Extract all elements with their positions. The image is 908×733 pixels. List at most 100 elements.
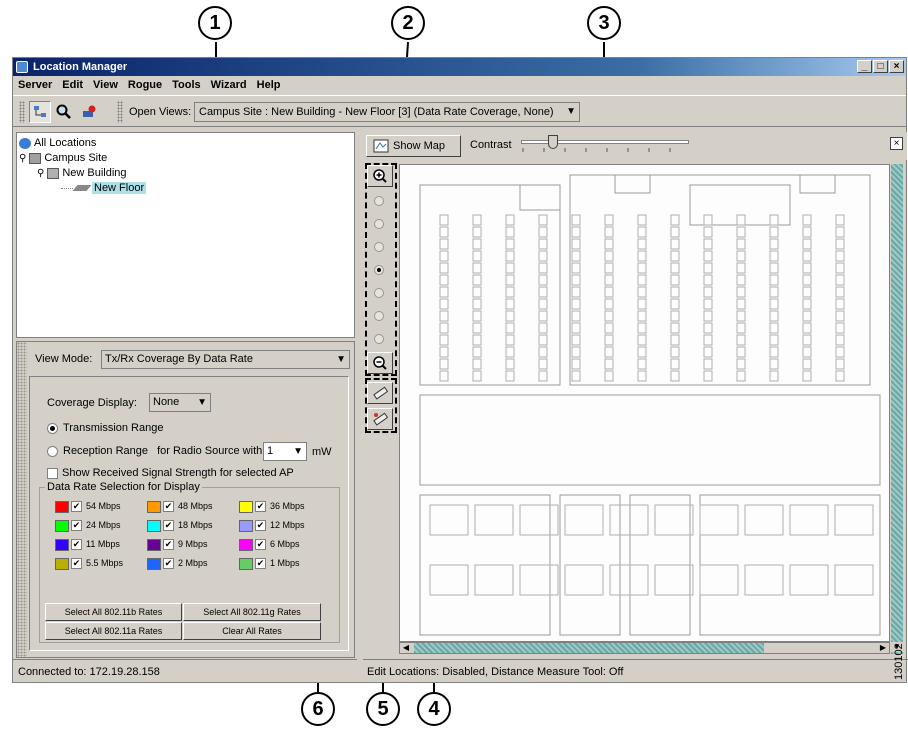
menu-rogue[interactable]: Rogue [123,76,167,94]
desk [835,274,845,286]
select-all-80211a-button[interactable]: Select All 802.11a Rates [45,622,182,640]
menu-edit[interactable]: Edit [57,76,88,94]
coverage-display-dropdown[interactable]: None ▼ [149,393,211,412]
select-all-80211b-button[interactable]: Select All 802.11b Rates [45,603,182,621]
map-header: Show Map Contrast × [364,132,907,160]
rate-option[interactable]: ✔ 24 Mbps [55,518,121,532]
scroll-thumb[interactable] [414,643,764,653]
desk [736,274,746,286]
rate-checkbox[interactable]: ✔ [255,539,266,551]
desk [802,358,812,370]
minimize-button[interactable]: _ [857,60,872,73]
open-views-dropdown[interactable]: Campus Site : New Building - New Floor [… [194,102,580,122]
rate-checkbox[interactable]: ✔ [255,520,266,532]
desk [769,370,779,382]
scroll-left-icon[interactable]: ◀ [400,643,412,653]
rate-option[interactable]: ✔ 48 Mbps [147,499,213,513]
rate-checkbox[interactable]: ✔ [163,520,174,532]
rate-option[interactable]: ✔ 12 Mbps [239,518,305,532]
toolbar-grip[interactable] [19,101,25,123]
contrast-slider-thumb[interactable] [548,135,558,149]
globe-icon [19,137,31,149]
maximize-button[interactable]: □ [873,60,888,73]
close-button[interactable]: × [889,60,904,73]
rate-checkbox[interactable]: ✔ [71,539,82,551]
rate-option[interactable]: ✔ 18 Mbps [147,518,213,532]
desk [736,346,746,358]
menu-help[interactable]: Help [252,76,286,94]
expand-pin-icon[interactable]: ⚲ [37,168,44,179]
desk [538,274,548,286]
show-signal-checkbox[interactable]: Show Received Signal Strength for select… [47,467,294,479]
tree-node-new-building[interactable]: ⚲ New Building [37,166,127,180]
rate-checkbox[interactable]: ✔ [163,558,174,570]
radio-selected[interactable] [47,422,58,434]
rate-checkbox[interactable]: ✔ [71,558,82,570]
scroll-up-icon[interactable] [891,164,903,174]
menu-wizard[interactable]: Wizard [206,76,252,94]
panel-grip[interactable] [17,342,27,657]
menu-tools[interactable]: Tools [167,76,206,94]
map-icon [373,139,389,153]
show-map-button[interactable]: Show Map [366,135,461,157]
map-vertical-scrollbar[interactable]: ▼ [891,164,903,654]
rate-option[interactable]: ✔ 1 Mbps [239,556,300,570]
rate-checkbox[interactable]: ✔ [163,501,174,513]
desk [802,214,812,226]
desk [835,250,845,262]
radio-source-power-dropdown[interactable]: 1 ▼ [263,442,307,461]
desk [604,370,614,382]
rate-checkbox[interactable]: ✔ [255,558,266,570]
floor-map[interactable] [399,164,890,642]
desk [736,334,746,346]
scroll-right-icon[interactable]: ▶ [877,643,889,653]
radio-unselected[interactable] [47,445,58,457]
desk [505,214,515,226]
desk [571,370,581,382]
rate-option[interactable]: ✔ 6 Mbps [239,537,300,551]
map-horizontal-scrollbar[interactable]: ◀ ▶ [399,642,890,654]
tree-node-all-locations[interactable]: All Locations [19,136,96,150]
desk [736,358,746,370]
tree-node-new-floor[interactable]: New Floor [61,181,147,195]
reception-range-radio[interactable]: Reception Range for Radio Source with [47,445,262,457]
office-room [519,504,559,536]
menu-server[interactable]: Server [13,76,57,94]
contrast-ticks [522,148,671,152]
rate-option[interactable]: ✔ 9 Mbps [147,537,208,551]
desk [670,226,680,238]
panel-splitter[interactable] [357,130,363,658]
search-button[interactable] [53,101,75,123]
rate-checkbox[interactable]: ✔ [71,501,82,513]
desk [835,286,845,298]
rate-checkbox[interactable]: ✔ [71,520,82,532]
locations-view-button[interactable] [29,101,51,123]
desk [769,346,779,358]
clear-all-rates-button[interactable]: Clear All Rates [183,622,321,640]
expand-pin-icon[interactable]: ⚲ [19,153,26,164]
desk [670,250,680,262]
menu-view[interactable]: View [88,76,123,94]
rate-option[interactable]: ✔ 2 Mbps [147,556,208,570]
contrast-slider[interactable] [521,135,689,149]
checkbox-unchecked[interactable] [47,467,58,479]
office-room [834,564,874,596]
desk [538,370,548,382]
location-tree[interactable]: All Locations ⚲ Campus Site ⚲ New Building… [16,132,355,338]
rogue-ap-button[interactable] [77,101,99,123]
rate-option[interactable]: ✔ 11 Mbps [55,537,120,551]
select-all-80211g-button[interactable]: Select All 802.11g Rates [183,603,321,621]
transmission-range-radio[interactable]: Transmission Range [47,422,163,434]
rate-option[interactable]: ✔ 54 Mbps [55,499,121,513]
building-icon [47,167,60,179]
view-mode-dropdown[interactable]: Tx/Rx Coverage By Data Rate ▼ [101,350,350,369]
desk [835,298,845,310]
map-close-button[interactable]: × [890,137,903,150]
rate-option[interactable]: ✔ 5.5 Mbps [55,556,123,570]
rate-checkbox[interactable]: ✔ [255,501,266,513]
desk [538,298,548,310]
toolbar-grip-2[interactable] [117,101,123,123]
tree-node-campus-site[interactable]: ⚲ Campus Site [19,151,107,165]
rate-option[interactable]: ✔ 36 Mbps [239,499,305,513]
rate-checkbox[interactable]: ✔ [163,539,174,551]
